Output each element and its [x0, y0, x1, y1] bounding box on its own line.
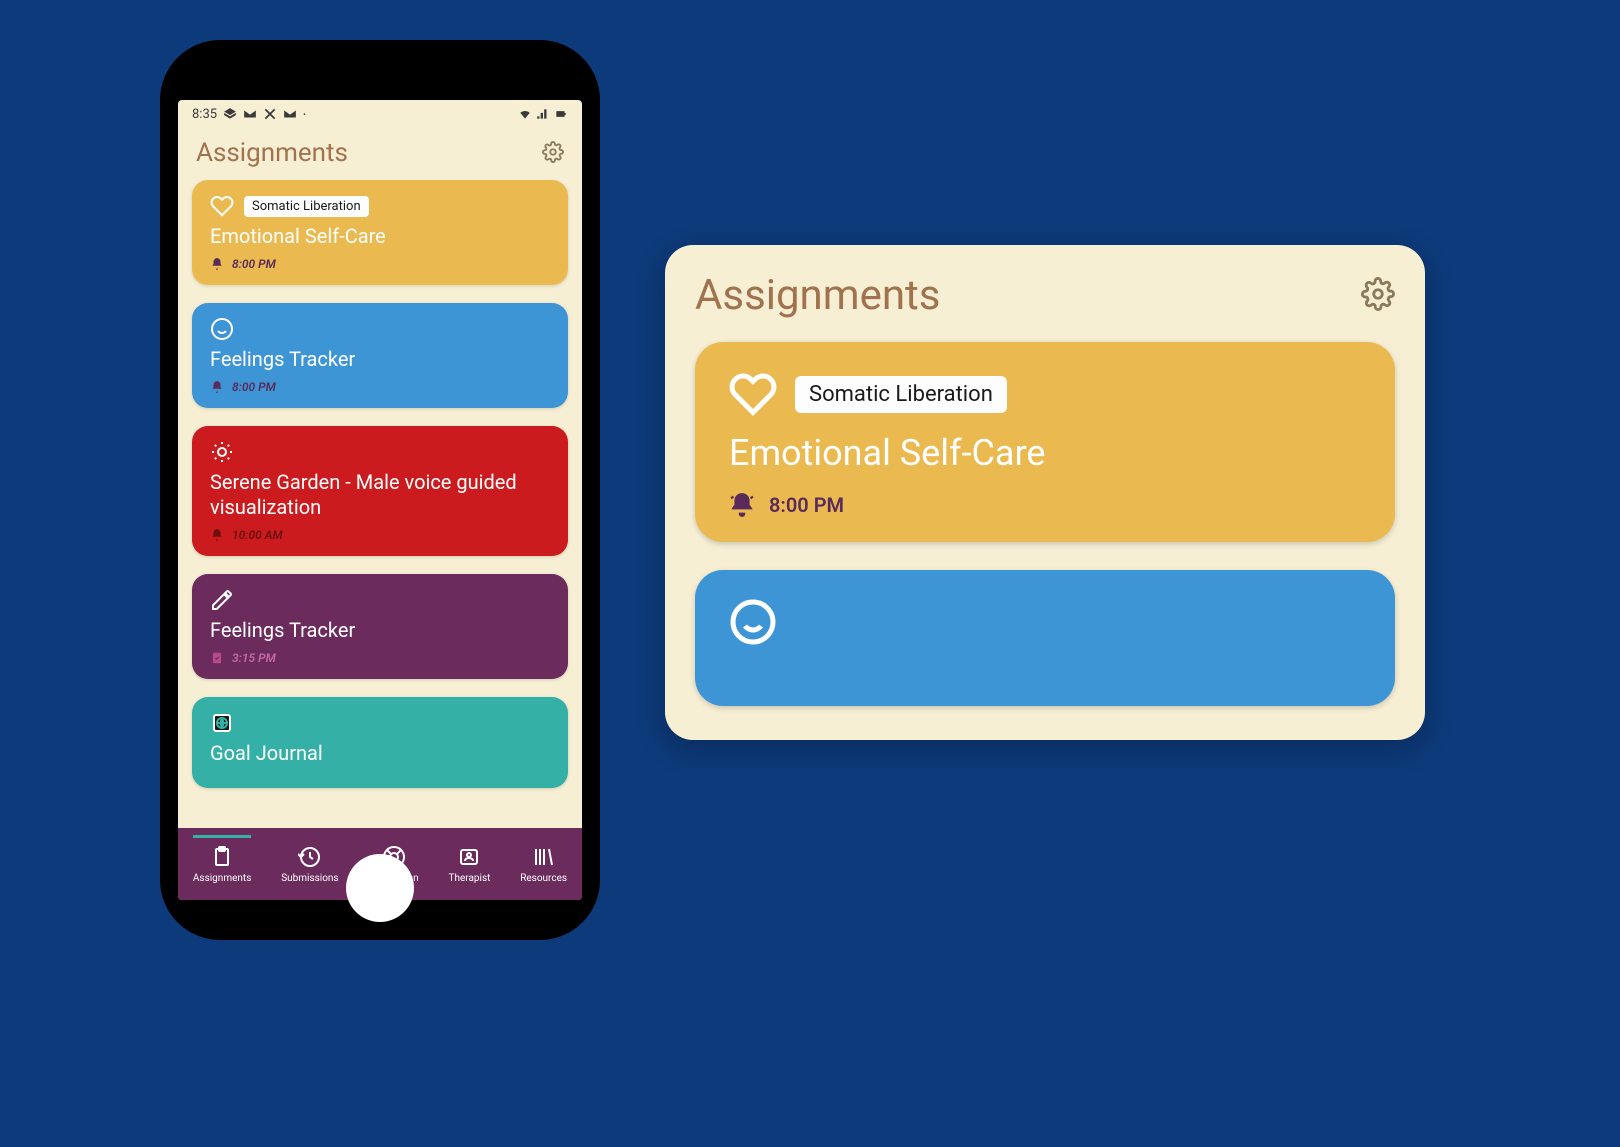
assignment-card[interactable]: Serene Garden - Male voice guided visual… — [192, 426, 568, 556]
sun-gear-icon — [210, 440, 234, 464]
card-title: Goal Journal — [210, 741, 550, 766]
card-time-row: 8:00 PM — [729, 492, 1361, 518]
bell-ring-icon — [210, 257, 224, 271]
zoom-panel: Assignments Somatic Liberation Emotional… — [665, 245, 1425, 740]
page-title: Assignments — [196, 138, 348, 168]
settings-button[interactable] — [542, 141, 564, 166]
pencil-icon — [210, 588, 234, 612]
bell-ring-icon — [729, 492, 755, 518]
nav-label: Submissions — [281, 873, 338, 884]
smile-icon — [729, 598, 777, 646]
bell-ring-icon — [210, 380, 224, 394]
card-time-row: 3:15 PM — [210, 651, 550, 665]
card-topbar — [729, 598, 1361, 646]
history-icon — [298, 845, 322, 869]
nav-label: Resources — [520, 873, 567, 884]
card-time: 10:00 AM — [232, 528, 283, 542]
nav-resources[interactable]: Resources — [518, 841, 569, 888]
card-time: 8:00 PM — [232, 257, 276, 271]
card-time: 3:15 PM — [232, 651, 276, 665]
gear-icon — [542, 141, 564, 163]
assignment-card[interactable]: Goal Journal — [192, 697, 568, 788]
wifi-icon — [518, 107, 532, 121]
card-title: Emotional Self-Care — [210, 224, 550, 249]
zoom-header: Assignments — [695, 271, 1395, 320]
assignment-card[interactable]: Feelings Tracker 8:00 PM — [192, 303, 568, 408]
nav-assignments[interactable]: Assignments — [191, 841, 253, 888]
card-title: Feelings Tracker — [210, 347, 550, 372]
globe-box-icon — [210, 711, 234, 735]
page-header: Assignments — [178, 128, 582, 180]
bell-icon — [210, 528, 224, 542]
settings-button[interactable] — [1361, 277, 1395, 314]
battery-icon — [554, 107, 568, 121]
card-time-row: 8:00 PM — [210, 257, 550, 271]
status-left: 8:35 • — [192, 107, 306, 122]
heart-icon — [210, 194, 234, 218]
assignment-card[interactable]: Somatic Liberation Emotional Self-Care 8… — [192, 180, 568, 285]
nav-submissions[interactable]: Submissions — [279, 841, 340, 888]
check-clipboard-icon — [210, 651, 224, 665]
x-icon — [263, 107, 277, 121]
phone-frame: 8:35 • Assignments — [160, 40, 600, 940]
card-time: 8:00 PM — [769, 493, 844, 517]
nav-label: Assignments — [193, 873, 251, 884]
nav-therapist[interactable]: Therapist — [447, 841, 493, 888]
card-time-row: 10:00 AM — [210, 528, 550, 542]
books-icon — [532, 845, 556, 869]
status-time: 8:35 — [192, 107, 217, 122]
card-title: Emotional Self-Care — [729, 432, 1361, 474]
gmail-icon — [283, 107, 297, 121]
card-topbar: Somatic Liberation — [729, 370, 1361, 418]
chat-icon — [223, 107, 237, 121]
id-card-icon — [457, 845, 481, 869]
assignment-card[interactable]: Somatic Liberation Emotional Self-Care 8… — [695, 342, 1395, 542]
card-tag: Somatic Liberation — [795, 376, 1007, 413]
card-topbar — [210, 588, 550, 612]
card-topbar: Somatic Liberation — [210, 194, 550, 218]
card-tag: Somatic Liberation — [244, 196, 369, 217]
card-time-row: 8:00 PM — [210, 380, 550, 394]
assignments-list[interactable]: Somatic Liberation Emotional Self-Care 8… — [178, 180, 582, 828]
card-time: 8:00 PM — [232, 380, 276, 394]
gmail-icon — [243, 107, 257, 121]
dot-icon: • — [303, 110, 306, 119]
smile-icon — [210, 317, 234, 341]
gear-icon — [1361, 277, 1395, 311]
home-button[interactable] — [346, 854, 414, 922]
card-title: Serene Garden - Male voice guided visual… — [210, 470, 550, 520]
assignment-card[interactable] — [695, 570, 1395, 706]
card-topbar — [210, 711, 550, 735]
signal-icon — [536, 107, 550, 121]
assignment-card[interactable]: Feelings Tracker 3:15 PM — [192, 574, 568, 679]
status-bar: 8:35 • — [178, 100, 582, 128]
card-topbar — [210, 317, 550, 341]
heart-icon — [729, 370, 777, 418]
card-title: Feelings Tracker — [210, 618, 550, 643]
phone-screen: 8:35 • Assignments — [178, 100, 582, 900]
card-topbar — [210, 440, 550, 464]
clipboard-icon — [210, 845, 234, 869]
nav-label: Therapist — [449, 873, 491, 884]
status-right — [518, 107, 568, 121]
zoom-title: Assignments — [695, 271, 940, 320]
